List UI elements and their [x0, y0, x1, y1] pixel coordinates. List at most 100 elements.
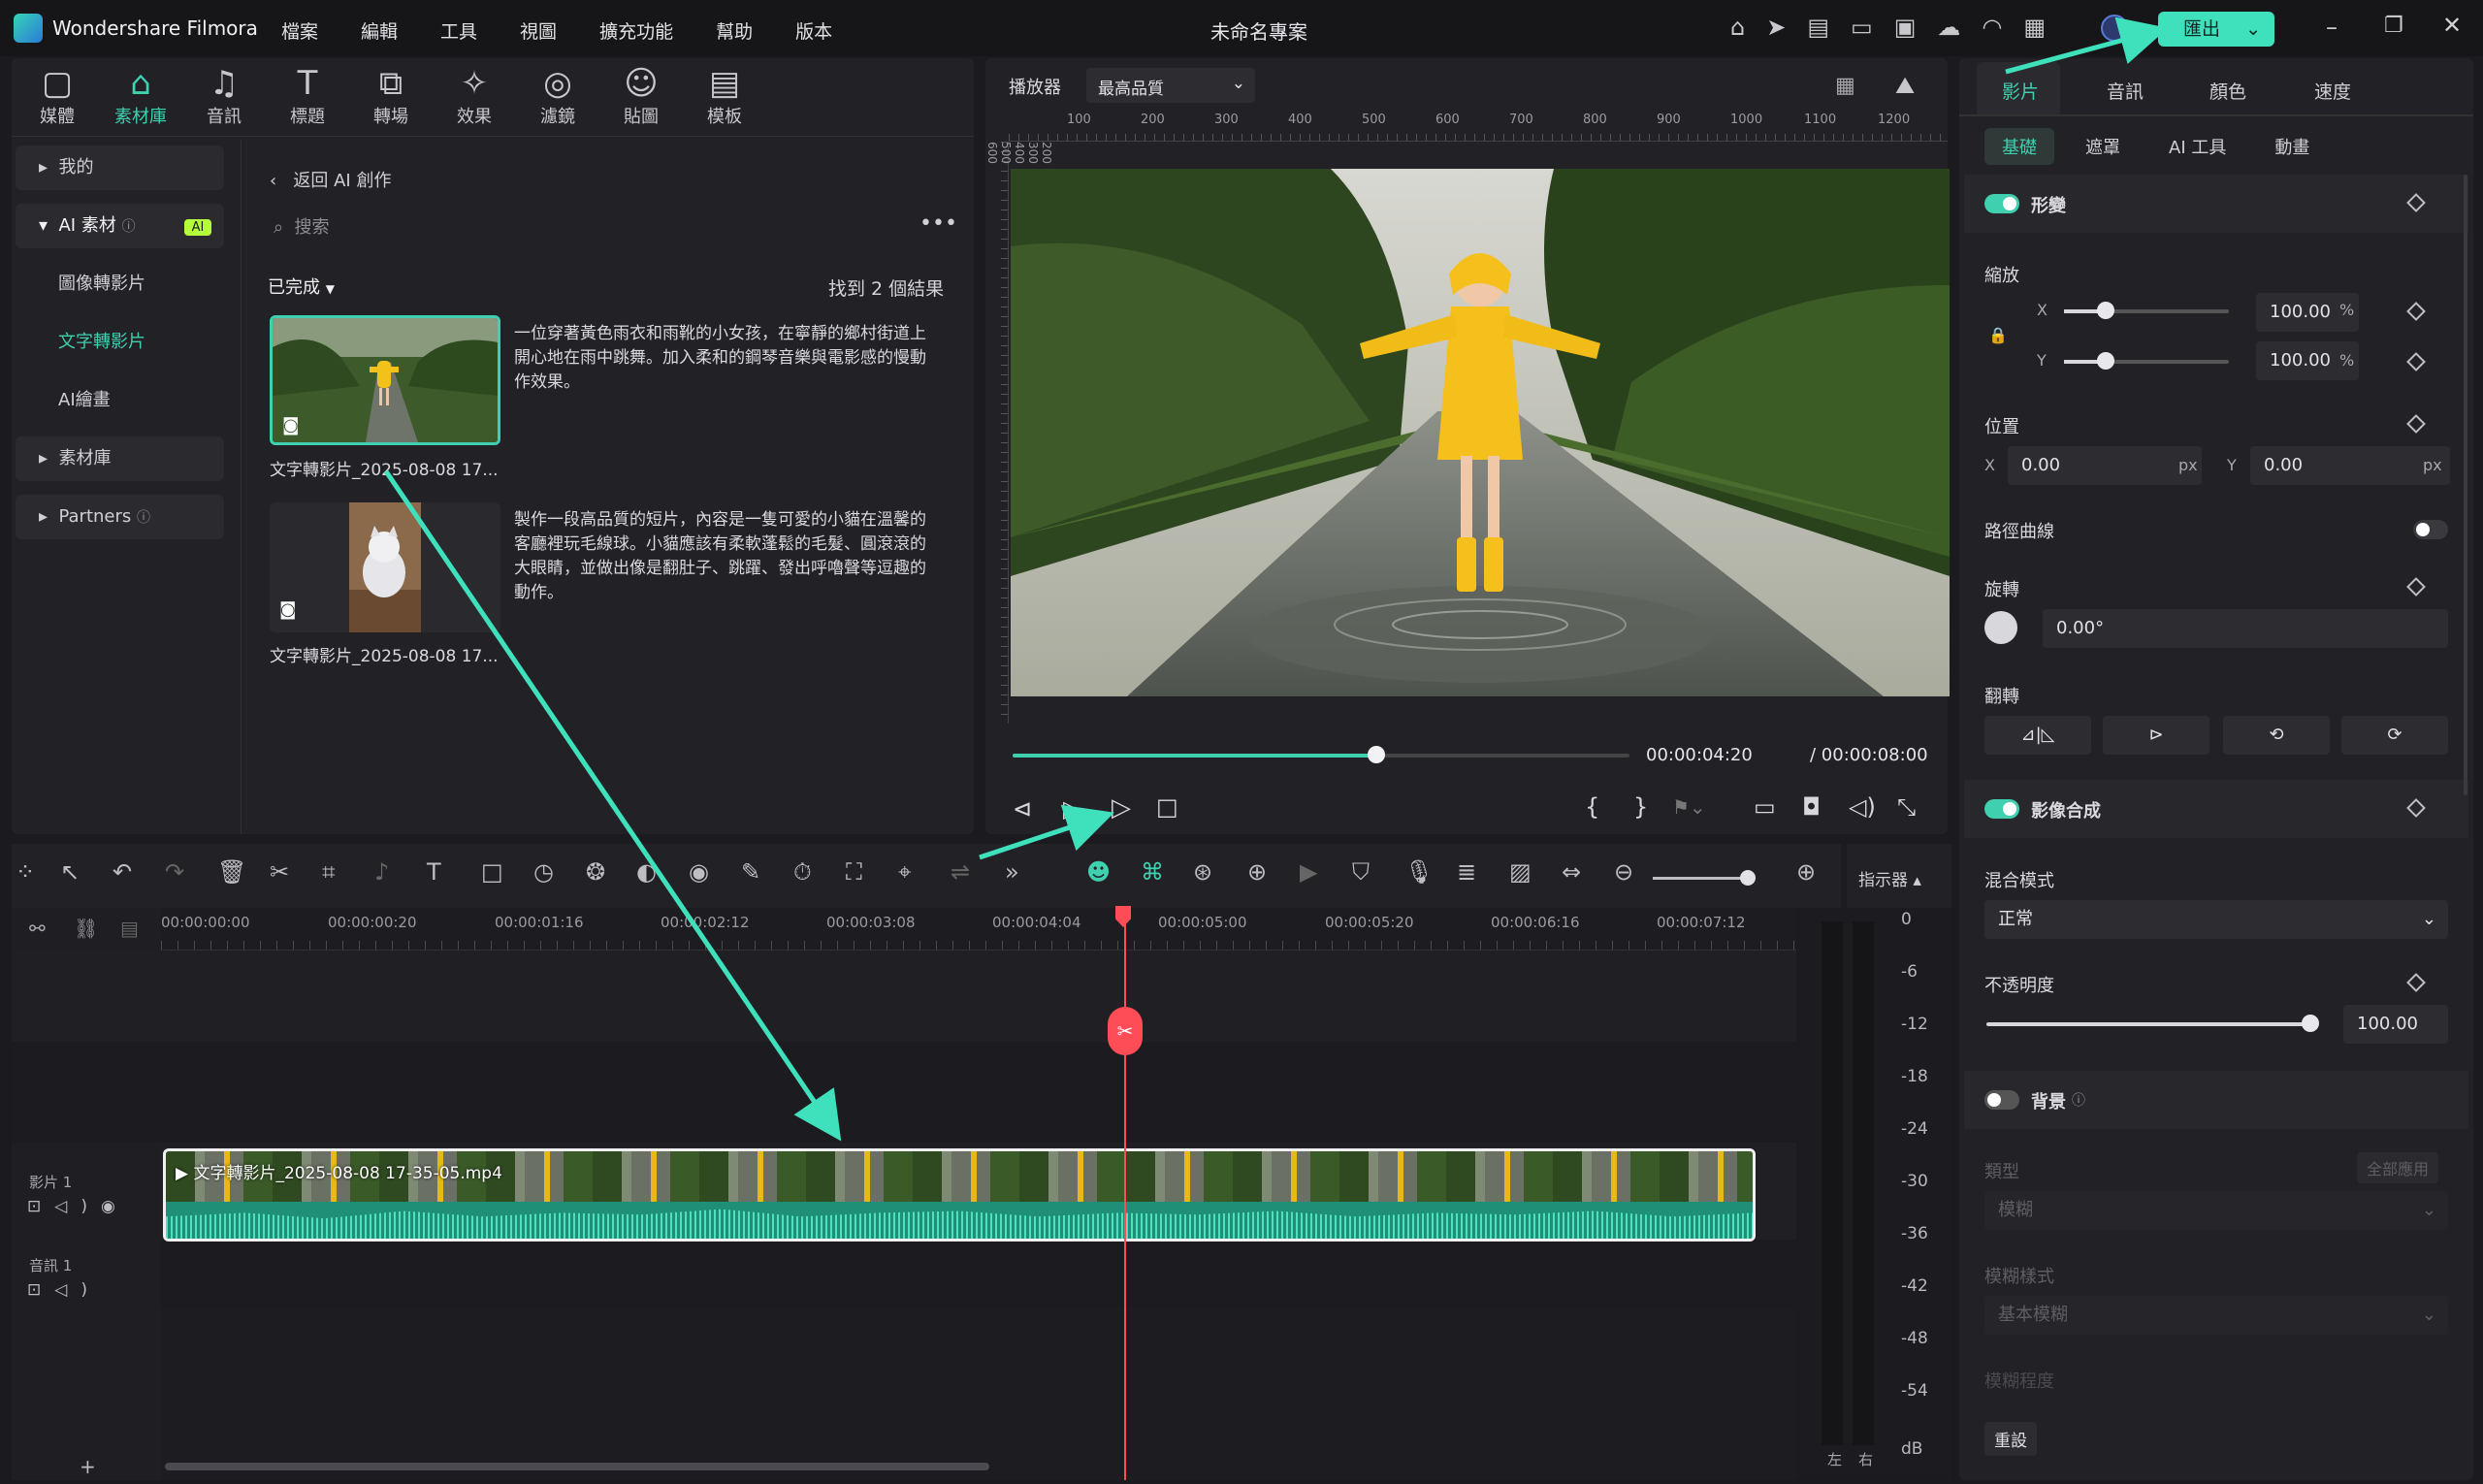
export-button[interactable]: 匯出 ⌄	[2158, 12, 2274, 47]
type-select[interactable]: 模糊 ⌄	[1984, 1191, 2448, 1230]
stop-icon[interactable]: □	[1156, 793, 1178, 821]
subtab-ai-tools[interactable]: AI 工具	[2151, 128, 2243, 165]
menu-help[interactable]: 幫助	[716, 21, 753, 43]
snapshot-view-icon[interactable]: ⛰	[1895, 72, 1915, 99]
link-icon[interactable]: ⛓	[74, 917, 98, 940]
menu-view[interactable]: 視圖	[520, 21, 557, 43]
delete-icon[interactable]: 🗑	[217, 858, 246, 886]
headset-icon[interactable]: ◠	[1982, 14, 2023, 41]
pos-x-input[interactable]: 0.00	[2008, 446, 2202, 485]
flip-vertical-button[interactable]: ⊳	[2103, 716, 2209, 755]
opacity-slider[interactable]	[1986, 1015, 2319, 1032]
pos-y-input[interactable]: 0.00	[2250, 446, 2450, 485]
marker-icon[interactable]: ⚑⌄	[1672, 795, 1706, 819]
pip-icon[interactable]: ▨	[1509, 858, 1532, 886]
audio-detach-icon[interactable]: ♪	[374, 858, 389, 886]
tab-video[interactable]: 影片	[2002, 78, 2039, 104]
sidebar-item-library[interactable]: ▸ 素材庫	[16, 436, 224, 481]
tool-transitions[interactable]: ⧉ 轉場	[349, 64, 433, 128]
tab-color[interactable]: 顏色	[2209, 78, 2246, 104]
fit-icon[interactable]: ⛶	[846, 858, 862, 886]
subtab-mask[interactable]: 遮罩	[2068, 128, 2138, 165]
rotate-dial[interactable]	[1984, 611, 2017, 644]
menu-edit[interactable]: 編輯	[361, 21, 398, 43]
slider-handle[interactable]	[1740, 870, 1756, 886]
mark-in-icon[interactable]: {	[1585, 793, 1599, 821]
tool-audio[interactable]: ♫ 音訊	[182, 64, 266, 128]
crop-icon[interactable]: ⌗	[322, 858, 336, 886]
timeline-scrollbar[interactable]	[165, 1463, 989, 1470]
unlink-icon[interactable]: ⚯	[29, 917, 46, 940]
lock-icon[interactable]: 🔒	[1988, 326, 2008, 344]
sidebar-item-text-to-video[interactable]: 文字轉影片	[16, 320, 224, 365]
add-track-icon[interactable]: +	[80, 1455, 96, 1478]
snap-icon[interactable]: ⌘	[1141, 858, 1164, 886]
tool-library[interactable]: ⌂ 素材庫	[99, 64, 182, 128]
motion-icon[interactable]: ⊛	[1193, 858, 1212, 886]
redo-icon[interactable]: ↷	[165, 858, 184, 886]
restore-icon[interactable]: ❐	[2384, 14, 2403, 38]
gift-icon[interactable]: ⌂	[1730, 14, 1766, 41]
menu-tools[interactable]: 工具	[440, 21, 477, 43]
scale-x-slider[interactable]	[2064, 302, 2229, 319]
shape-icon[interactable]: □	[481, 858, 503, 886]
path-curve-toggle[interactable]	[2413, 520, 2448, 539]
track-audio-icon[interactable]: ◁)	[54, 1280, 101, 1300]
rotate-right-button[interactable]: ⟳	[2341, 716, 2448, 755]
transform-toggle[interactable]	[1984, 194, 2019, 213]
record-screen-icon[interactable]: ⊕	[1247, 858, 1267, 886]
rotate-input[interactable]: 0.00°	[2043, 609, 2448, 648]
slider-handle[interactable]	[2097, 302, 2114, 319]
voiceover-icon[interactable]: ≣	[1457, 858, 1476, 886]
speed-icon[interactable]: ◷	[533, 858, 554, 886]
minimize-icon[interactable]: –	[2326, 14, 2338, 41]
mask-icon[interactable]: ◐	[636, 858, 657, 886]
help-icon[interactable]: ⓘ	[137, 510, 150, 526]
blend-mode-select[interactable]: 正常 ⌄	[1984, 900, 2448, 939]
rotate-left-button[interactable]: ⟲	[2223, 716, 2330, 755]
media-thumb-1[interactable]: ◙	[270, 315, 500, 445]
sidebar-item-partners[interactable]: ▸ Partners ⓘ	[16, 495, 224, 539]
avatar[interactable]	[2101, 15, 2128, 42]
mic-icon[interactable]: 🎙	[1404, 858, 1434, 886]
more-icon[interactable]: •••	[919, 211, 957, 236]
zoom-out-icon[interactable]: ⊖	[1614, 858, 1633, 886]
menu-version[interactable]: 版本	[795, 21, 832, 43]
opacity-input[interactable]: 100.00	[2343, 1005, 2448, 1044]
save-icon[interactable]: ▣	[1894, 14, 1938, 41]
apply-all-button[interactable]: 全部應用	[2357, 1152, 2439, 1183]
slider-handle[interactable]	[2302, 1015, 2319, 1032]
slider-handle[interactable]	[2097, 352, 2114, 370]
close-icon[interactable]: ✕	[2442, 12, 2462, 39]
help-icon[interactable]: ⓘ	[2072, 1090, 2085, 1110]
display-icon[interactable]: ▭	[1754, 793, 1776, 821]
zoom-slider[interactable]	[1653, 870, 1756, 886]
help-icon[interactable]: ⓘ	[122, 219, 136, 235]
zoom-in-icon[interactable]: ⊕	[1796, 858, 1816, 886]
status-filter[interactable]: 已完成 ▼	[268, 274, 335, 299]
fit-width-icon[interactable]: ⇔	[1562, 858, 1581, 886]
compositing-toggle[interactable]	[1984, 799, 2019, 819]
shield-icon[interactable]: ⛉	[1352, 858, 1370, 886]
prev-frame-icon[interactable]: ⊲	[1013, 795, 1032, 823]
tool-titles[interactable]: T 標題	[266, 64, 349, 128]
flip-horizontal-button[interactable]: ⊿|◺	[1984, 716, 2091, 755]
text-icon[interactable]: T	[427, 858, 441, 886]
track-lock-icon[interactable]: ⊡	[27, 1280, 54, 1300]
render-icon[interactable]: ▶	[1300, 858, 1317, 886]
indicator-dropdown[interactable]: 指示器 ▴	[1858, 866, 1921, 890]
subtab-animation[interactable]: 動畫	[2257, 128, 2327, 165]
track-audio-icon[interactable]: ◁)	[54, 1197, 101, 1216]
preview-video[interactable]	[1011, 169, 1950, 696]
message-icon[interactable]: ▤	[1807, 14, 1851, 41]
layout-icon[interactable]: ▭	[1851, 14, 1894, 41]
media-thumb-2[interactable]: ◙	[270, 502, 500, 632]
playback-progress[interactable]	[1013, 746, 1629, 763]
back-link[interactable]: ‹ 返回 AI 創作	[270, 167, 391, 192]
camera-icon[interactable]: ◘	[1802, 793, 1821, 821]
tool-effects[interactable]: ✧ 效果	[433, 64, 516, 128]
volume-icon[interactable]: ◁)	[1849, 793, 1876, 821]
properties-scrollbar[interactable]	[2464, 175, 2467, 795]
undo-icon[interactable]: ↶	[113, 858, 132, 886]
background-toggle[interactable]	[1984, 1090, 2019, 1110]
